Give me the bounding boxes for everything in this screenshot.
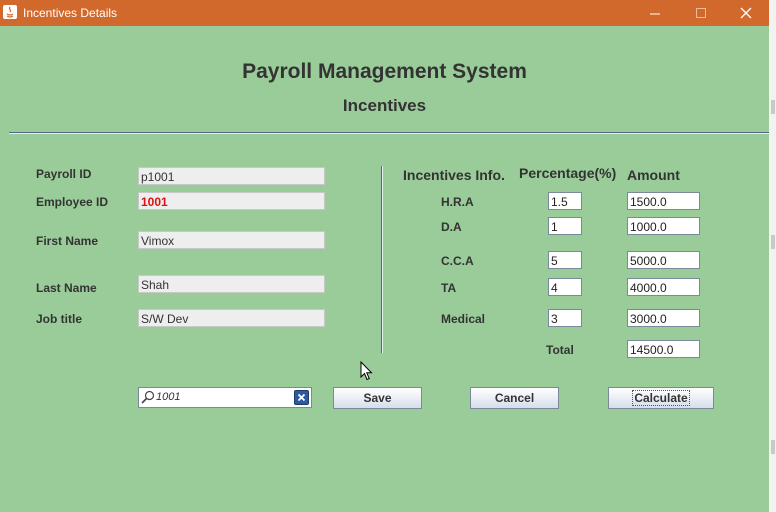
total-amount-field[interactable]: 14500.0 [627,340,700,358]
close-button[interactable] [723,0,769,26]
window-title: Incentives Details [23,6,118,20]
ta-amount-field[interactable]: 4000.0 [627,278,700,296]
edge-mark [771,100,775,114]
mouse-cursor-icon [360,361,373,381]
hra-amount-field[interactable]: 1500.0 [627,192,700,210]
horizontal-divider [9,132,769,134]
clear-icon [297,393,306,402]
amount-header: Amount [627,167,680,183]
medical-percentage-input[interactable]: 3 [548,309,582,327]
last-name-field[interactable]: Shah [138,275,325,293]
cca-label: C.C.A [441,254,474,268]
cancel-button-label: Cancel [494,391,535,405]
medical-amount-field[interactable]: 3000.0 [627,309,700,327]
minimize-icon [650,13,660,15]
first-name-field[interactable]: Vimox [138,231,325,249]
save-button[interactable]: Save [333,387,422,409]
maximize-icon [696,8,706,18]
page-subtitle: Incentives [342,96,427,115]
medical-label: Medical [441,312,486,326]
hra-percentage-input[interactable]: 1.5 [548,192,582,210]
edge-mark [771,235,775,249]
da-label: D.A [441,220,462,234]
search-input[interactable]: 1001 [156,391,180,403]
total-label: Total [546,343,574,357]
employee-id-label: Employee ID [36,195,109,209]
job-title-label: Job title [36,312,83,326]
payroll-id-field[interactable]: p1001 [138,167,325,185]
ta-label: TA [441,281,457,295]
calculate-button-label: Calculate [632,390,690,406]
da-percentage-input[interactable]: 1 [548,217,582,235]
cca-percentage-input[interactable]: 5 [548,251,582,269]
page-title: Payroll Management System [242,60,527,83]
clear-search-button[interactable] [294,390,309,405]
maximize-button[interactable] [678,0,724,26]
vertical-divider [381,166,383,353]
calculate-button[interactable]: Calculate [608,387,714,409]
incentives-info-header: Incentives Info. [403,167,505,183]
java-app-icon [3,5,17,19]
search-icon [141,390,155,404]
job-title-field[interactable]: S/W Dev [138,309,325,327]
employee-id-field[interactable]: 1001 [138,192,325,210]
payroll-id-label: Payroll ID [36,167,92,181]
hra-label: H.R.A [441,195,474,209]
ta-percentage-input[interactable]: 4 [548,278,582,296]
edge-mark [771,440,775,454]
incentives-window: Incentives Details Payroll Management Sy… [0,0,769,512]
background-edge [769,0,776,512]
da-amount-field[interactable]: 1000.0 [627,217,700,235]
cancel-button[interactable]: Cancel [470,387,559,409]
cca-amount-field[interactable]: 5000.0 [627,251,700,269]
search-field[interactable]: 1001 [138,387,312,408]
minimize-button[interactable] [632,0,678,26]
title-bar[interactable]: Incentives Details [0,0,769,26]
close-icon [740,7,752,19]
last-name-label: Last Name [36,281,97,295]
percentage-header: Percentage(%) [519,165,617,181]
first-name-label: First Name [36,234,99,248]
save-button-label: Save [363,391,392,405]
